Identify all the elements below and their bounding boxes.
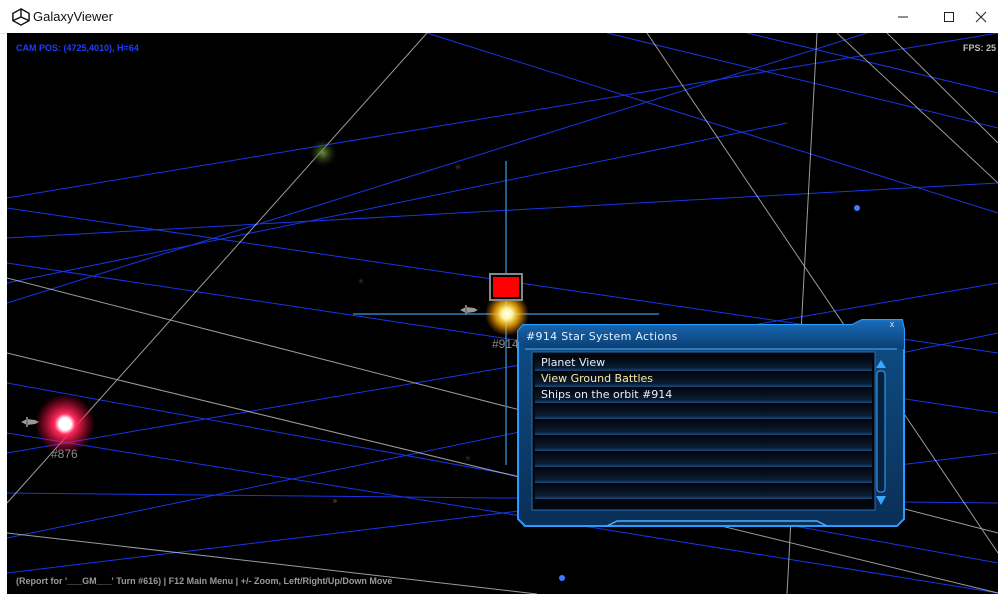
action-item[interactable]: Planet View [535, 355, 872, 371]
fps-counter: FPS: 25 [962, 43, 996, 53]
camera-position-readout: CAM POS: (4725,4010), H=64 [16, 43, 139, 53]
app-window: GalaxyViewer #914 #876 CAM POS: (4725,40… [0, 0, 998, 594]
scroll-thumb [876, 370, 886, 493]
close-button[interactable] [958, 0, 998, 33]
panel-title: #914 Star System Actions [526, 330, 678, 343]
panel-close-button[interactable]: x [881, 319, 903, 330]
status-bar-text: (Report for '___GM___' Turn #616) | F12 … [16, 576, 393, 586]
actions-list[interactable]: Planet View View Ground Battles Ships on t… [535, 355, 872, 507]
star-system-actions-panel[interactable]: x #914 Star System Actions Planet View Vi… [517, 319, 906, 527]
close-icon [975, 11, 987, 22]
action-item[interactable] [535, 483, 872, 499]
title-bar[interactable]: GalaxyViewer [0, 0, 998, 34]
action-item[interactable] [535, 419, 872, 435]
scroll-down-icon [876, 496, 886, 505]
minimize-button[interactable] [880, 0, 926, 33]
minimize-icon [898, 16, 908, 17]
action-item[interactable] [535, 435, 872, 451]
close-icon: x [889, 319, 895, 329]
system-label-914[interactable]: #914 [492, 337, 519, 351]
action-item[interactable]: View Ground Battles [535, 371, 872, 387]
maximize-icon [944, 11, 954, 22]
selected-system-marker[interactable] [489, 273, 523, 301]
list-scrollbar[interactable] [875, 359, 887, 506]
system-label-876[interactable]: #876 [51, 447, 78, 461]
action-item[interactable] [535, 467, 872, 483]
unity-logo-icon [12, 8, 30, 26]
window-title: GalaxyViewer [33, 9, 113, 24]
action-item[interactable]: Ships on the orbit #914 [535, 387, 872, 403]
action-item[interactable] [535, 403, 872, 419]
action-item[interactable] [535, 451, 872, 467]
fleet-ship-icon[interactable] [21, 417, 39, 427]
fleet-ship-icon[interactable] [460, 305, 478, 315]
galaxy-map-viewport[interactable]: #914 #876 CAM POS: (4725,4010), H=64 FPS… [7, 33, 998, 594]
scroll-up-icon [876, 360, 886, 368]
